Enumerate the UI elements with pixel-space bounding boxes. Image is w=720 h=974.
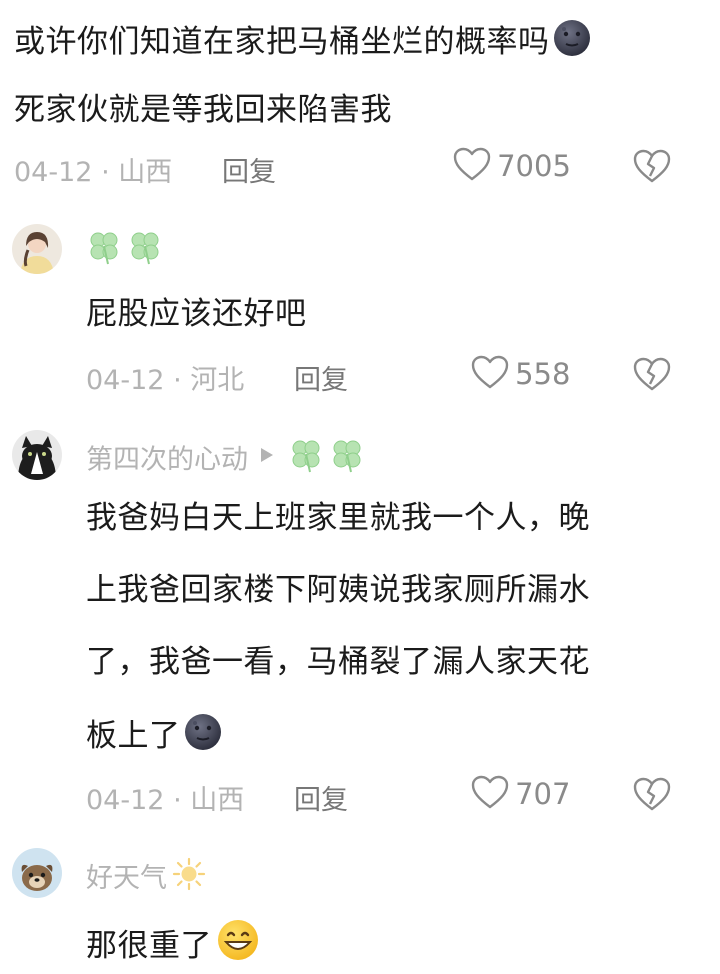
comment-text-line: 死家伙就是等我回来陷害我 xyxy=(14,92,392,128)
comment-text-line: 或许你们知道在家把马桶坐烂的概率吗 xyxy=(14,18,592,68)
like-button[interactable]: 707 xyxy=(470,774,570,814)
comment-meta: 04-12 · 山西 xyxy=(14,150,172,189)
heart-outline-icon xyxy=(470,354,510,394)
avatar[interactable] xyxy=(12,224,62,274)
like-button[interactable]: 7005 xyxy=(452,146,571,186)
username[interactable]: 第四次的心动 xyxy=(86,445,248,476)
new-moon-face-icon xyxy=(552,18,592,68)
comment-text: 或许你们知道在家把马桶坐烂的概率吗 xyxy=(14,24,550,60)
broken-heart-icon xyxy=(632,356,672,396)
clover-icon xyxy=(127,228,163,270)
reply-button[interactable]: 回复 xyxy=(222,150,276,189)
comment-date: 04-12 xyxy=(86,365,165,396)
comment-text-line: 板上了 xyxy=(86,712,223,762)
comment-date: 04-12 xyxy=(86,785,165,816)
new-moon-face-icon xyxy=(183,712,223,762)
avatar[interactable] xyxy=(12,848,62,898)
reply-button[interactable]: 回复 xyxy=(294,778,348,817)
comment-date: 04-12 xyxy=(14,157,93,188)
comment-meta: 04-12 · 河北 xyxy=(86,358,244,397)
comment-meta: 04-12 · 山西 xyxy=(86,778,244,817)
comment-text-line: 了，我爸一看，马桶裂了漏人家天花 xyxy=(86,644,590,680)
like-count: 558 xyxy=(515,357,571,391)
heart-outline-icon xyxy=(452,146,492,186)
meta-separator: · xyxy=(173,365,182,396)
user-header: 第四次的心动 xyxy=(86,436,365,478)
avatar[interactable] xyxy=(12,430,62,480)
like-count: 7005 xyxy=(497,149,571,183)
meta-separator: · xyxy=(173,785,182,816)
comment-location: 山西 xyxy=(190,785,245,816)
reply-button[interactable]: 回复 xyxy=(294,358,348,397)
comment-1: 或许你们知道在家把马桶坐烂的概率吗 死家伙就是等我回来陷害我 04-12 · 山… xyxy=(0,0,720,200)
comment-location: 山西 xyxy=(118,157,173,188)
user-badge xyxy=(86,228,163,270)
dislike-button[interactable] xyxy=(632,356,672,396)
comment-text: 那很重了 xyxy=(86,928,212,964)
meta-separator: · xyxy=(101,157,110,188)
username[interactable]: 好天气 xyxy=(86,863,167,894)
comment-text-line: 我爸妈白天上班家里就我一个人，晚 xyxy=(86,500,590,536)
comment-location: 河北 xyxy=(190,365,245,396)
like-count: 707 xyxy=(515,777,571,811)
broken-heart-icon xyxy=(632,148,672,188)
clover-icon xyxy=(288,436,324,478)
comment-text: 屁股应该还好吧 xyxy=(86,296,307,332)
comment-text-line: 那很重了 xyxy=(86,918,260,972)
heart-outline-icon xyxy=(470,774,510,814)
play-arrow-icon xyxy=(259,446,275,468)
comment-text-line: 上我爸回家楼下阿姨说我家厕所漏水 xyxy=(86,572,590,608)
clover-icon xyxy=(86,228,122,270)
comment-4: 好天气 那很重了 xyxy=(0,840,720,974)
dislike-button[interactable] xyxy=(632,148,672,188)
comment-2: 屁股应该还好吧 04-12 · 河北 回复 558 xyxy=(0,210,720,410)
user-header: 好天气 xyxy=(86,856,206,895)
comment-3: 第四次的心动 我爸妈白天上班家里就我一个人，晚 上我爸回家楼下阿姨说我家厕所漏水… xyxy=(0,420,720,820)
sun-icon xyxy=(172,857,206,895)
dislike-button[interactable] xyxy=(632,776,672,816)
comment-text: 板上了 xyxy=(86,718,181,754)
grinning-face-icon xyxy=(216,918,260,972)
broken-heart-icon xyxy=(632,776,672,816)
clover-icon xyxy=(329,436,365,478)
like-button[interactable]: 558 xyxy=(470,354,570,394)
